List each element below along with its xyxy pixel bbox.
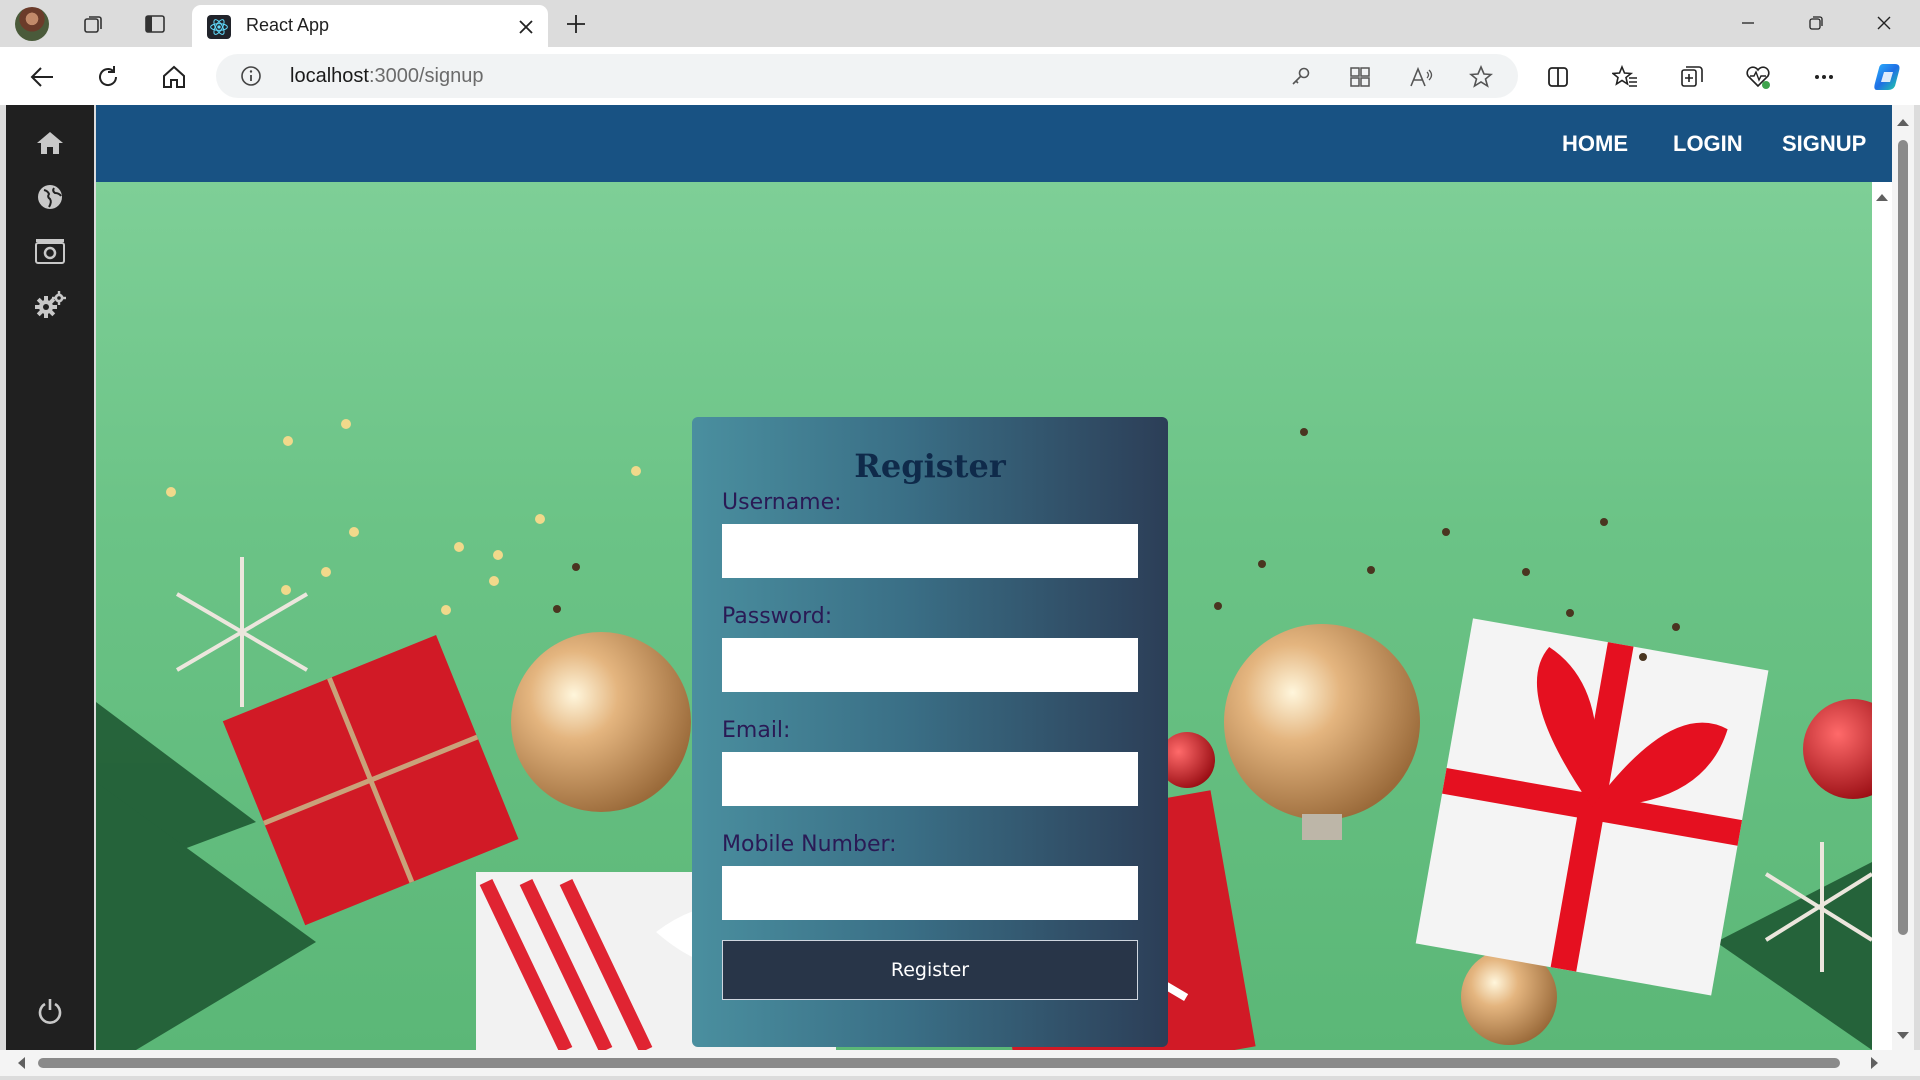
key-icon[interactable] <box>1288 64 1314 90</box>
home-icon[interactable] <box>34 127 66 159</box>
nav-login-link[interactable]: LOGIN <box>1673 131 1743 157</box>
register-button[interactable]: Register <box>722 940 1138 1000</box>
browser-health-icon[interactable] <box>1742 61 1774 93</box>
restore-icon[interactable] <box>1794 8 1838 38</box>
tab-actions-icon[interactable] <box>141 10 169 38</box>
email-label: Email: <box>722 718 791 743</box>
vertical-scrollbar[interactable] <box>1892 105 1914 1050</box>
horizontal-scroll-thumb[interactable] <box>38 1058 1840 1068</box>
home-icon[interactable] <box>158 61 190 93</box>
more-icon[interactable] <box>1808 61 1840 93</box>
react-logo-icon <box>207 15 231 39</box>
scroll-up-arrow-icon[interactable] <box>1872 188 1892 208</box>
nav-signup-link[interactable]: SIGNUP <box>1782 131 1866 157</box>
horizontal-scrollbar[interactable] <box>0 1050 1920 1076</box>
apps-icon[interactable] <box>1347 64 1373 90</box>
email-input[interactable] <box>722 752 1138 806</box>
url-text: localhost:3000/signup <box>290 65 483 88</box>
username-input[interactable] <box>722 524 1138 578</box>
scroll-left-arrow-icon[interactable] <box>12 1050 32 1076</box>
username-label: Username: <box>722 490 842 515</box>
close-window-icon[interactable] <box>1862 8 1906 38</box>
tab-strip: React App <box>0 0 1920 47</box>
scroll-right-arrow-icon[interactable] <box>1864 1050 1884 1076</box>
workspaces-icon[interactable] <box>80 10 108 38</box>
settings-gears-icon[interactable] <box>34 289 66 321</box>
mobile-number-input[interactable] <box>722 866 1138 920</box>
url-path: :3000/signup <box>368 65 484 87</box>
page-viewport: HOME LOGIN SIGNUP Register Username: Pas… <box>96 105 1892 1050</box>
mobile-number-label: Mobile Number: <box>722 832 897 857</box>
minimize-icon[interactable] <box>1726 8 1770 38</box>
url-host: localhost <box>290 65 369 87</box>
globe-icon[interactable] <box>34 181 66 213</box>
browser-sidebar <box>6 105 94 1051</box>
vertical-scroll-thumb[interactable] <box>1898 140 1908 935</box>
favorites-icon[interactable] <box>1609 61 1641 93</box>
nav-home-link[interactable]: HOME <box>1562 131 1628 157</box>
active-tab[interactable]: React App <box>192 5 548 47</box>
christmas-background-image: Register Username: Password: Email: Mobi… <box>96 182 1872 1050</box>
scroll-down-arrow-icon[interactable] <box>1892 1025 1914 1045</box>
refresh-icon[interactable] <box>92 61 124 93</box>
collections-icon[interactable] <box>1676 61 1708 93</box>
password-label: Password: <box>722 604 833 629</box>
browser-toolbar: localhost:3000/signup <box>0 47 1920 105</box>
back-icon[interactable] <box>26 61 58 93</box>
close-tab-icon[interactable] <box>514 15 538 39</box>
split-screen-icon[interactable] <box>1542 61 1574 93</box>
camera-icon[interactable] <box>34 235 66 267</box>
profile-avatar[interactable] <box>15 7 49 41</box>
top-navbar: HOME LOGIN SIGNUP <box>96 105 1892 182</box>
info-icon[interactable] <box>240 65 262 87</box>
scroll-up-arrow-icon[interactable] <box>1892 113 1914 133</box>
address-bar[interactable]: localhost:3000/signup <box>216 54 1518 98</box>
favorite-star-icon[interactable] <box>1468 64 1494 90</box>
inner-scrollbar[interactable] <box>1872 182 1892 1050</box>
register-title: Register <box>854 447 1006 485</box>
password-input[interactable] <box>722 638 1138 692</box>
read-aloud-icon[interactable] <box>1408 64 1434 90</box>
power-icon[interactable] <box>34 995 66 1027</box>
register-card: Register Username: Password: Email: Mobi… <box>692 417 1168 1047</box>
new-tab-icon[interactable] <box>562 10 590 38</box>
tab-title: React App <box>246 15 330 35</box>
copilot-icon[interactable] <box>1870 59 1906 95</box>
